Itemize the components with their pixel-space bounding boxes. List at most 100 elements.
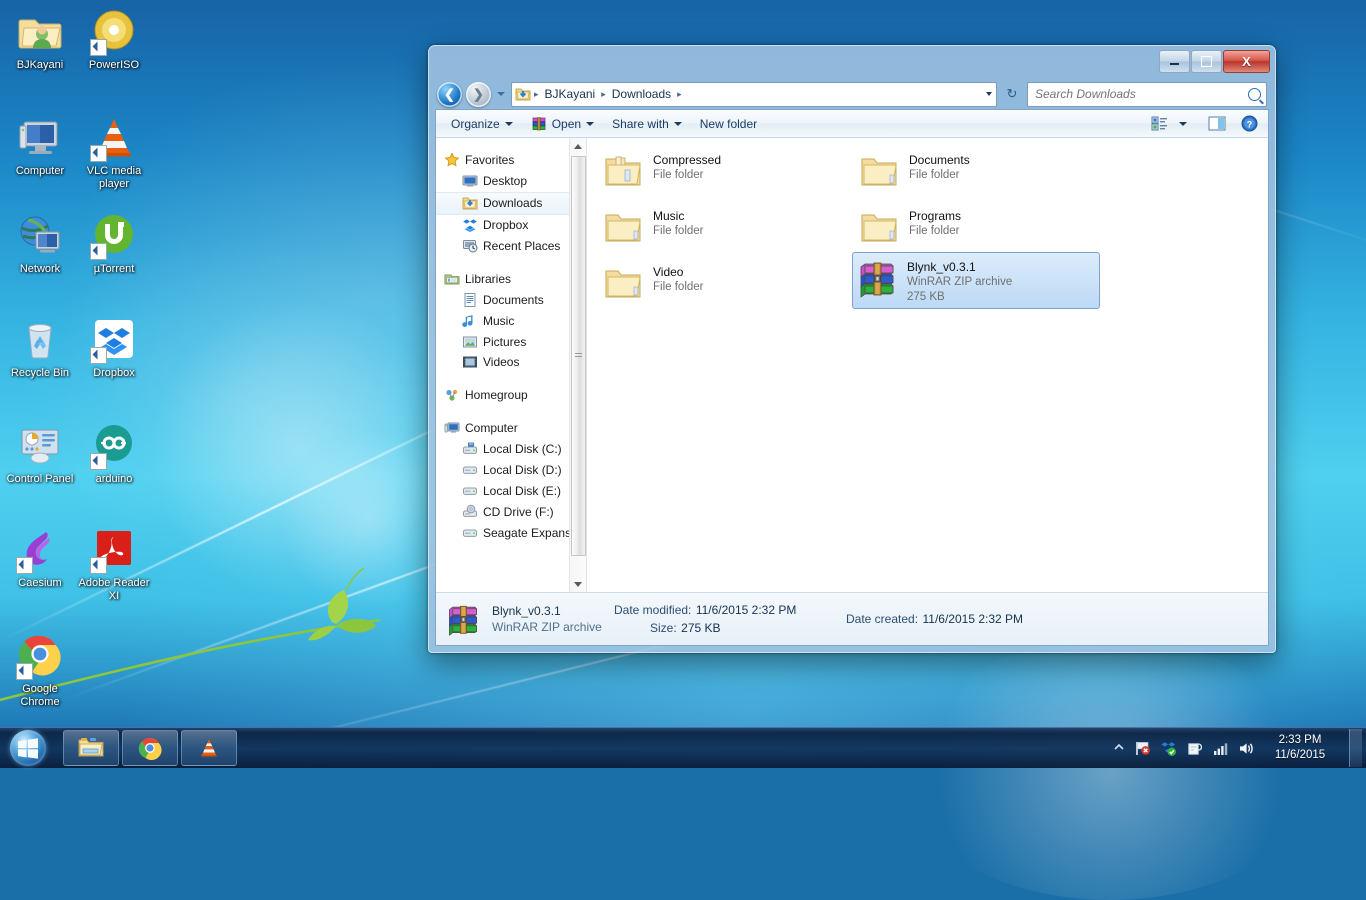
size-label: Size: bbox=[650, 621, 677, 635]
change-view-button[interactable] bbox=[1148, 113, 1170, 134]
window-title-bar[interactable]: X bbox=[435, 50, 1270, 79]
network-flag-tray-icon[interactable] bbox=[1134, 740, 1151, 757]
file-item-programs[interactable]: Programs File folder bbox=[855, 202, 1103, 254]
nav-item-documents[interactable]: Documents bbox=[436, 289, 586, 310]
nav-item-cd-drive-f[interactable]: CD Drive (F:) bbox=[436, 501, 586, 522]
recent-pages-button[interactable] bbox=[495, 82, 507, 107]
breadcrumb-downloads[interactable]: Downloads bbox=[609, 86, 674, 102]
desktop-icon-vlc[interactable]: VLC media player bbox=[76, 114, 152, 190]
organize-button[interactable]: Organize bbox=[442, 114, 522, 134]
refresh-button[interactable]: ↻ bbox=[1001, 83, 1023, 106]
desktop-icon-caesium[interactable]: Caesium bbox=[2, 526, 78, 590]
nav-group-homegroup[interactable]: Homegroup bbox=[436, 385, 586, 406]
nav-label: Music bbox=[483, 313, 515, 328]
downloads-folder-icon bbox=[462, 195, 478, 211]
open-button[interactable]: Open bbox=[522, 113, 603, 135]
explorer-window[interactable]: X ❮ ❯ ▸ BJKayani ▸ Downloads ▸ ↻ Search … bbox=[428, 45, 1276, 653]
file-item-video[interactable]: Video File folder bbox=[599, 258, 847, 310]
file-item-documents[interactable]: Documents File folder bbox=[855, 146, 1103, 198]
desktop-icon-recycle-bin[interactable]: Recycle Bin bbox=[2, 316, 78, 380]
forward-button[interactable]: ❯ bbox=[466, 81, 491, 107]
desktop-icon-bjkayani[interactable]: BJKayani bbox=[2, 8, 78, 72]
close-button[interactable]: X bbox=[1223, 50, 1270, 73]
windows-explorer-taskbar-button[interactable] bbox=[63, 730, 119, 766]
breadcrumb-bjkayani[interactable]: BJKayani bbox=[542, 86, 599, 102]
nav-item-dropbox[interactable]: Dropbox bbox=[436, 215, 586, 236]
scrollbar-thumb[interactable] bbox=[571, 156, 586, 556]
taskbar[interactable]: 2:33 PM 11/6/2015 bbox=[0, 727, 1366, 768]
minimize-button[interactable] bbox=[1159, 50, 1190, 73]
nav-group-computer[interactable]: Computer bbox=[436, 418, 586, 439]
nav-item-local-disk-e[interactable]: Local Disk (E:) bbox=[436, 480, 586, 501]
maximize-button[interactable] bbox=[1191, 50, 1222, 73]
nav-item-recent-places[interactable]: Recent Places bbox=[436, 236, 586, 257]
action-center-tray-icon[interactable] bbox=[1186, 740, 1203, 757]
view-layout-icon bbox=[1151, 116, 1167, 131]
desktop-icon-google-chrome[interactable]: Google Chrome bbox=[2, 632, 78, 708]
scrollbar-grip-icon bbox=[575, 353, 582, 359]
nav-label: Local Disk (C:) bbox=[483, 442, 562, 457]
file-item-blynk-archive[interactable]: Blynk_v0.3.1 WinRAR ZIP archive 275 KB bbox=[852, 252, 1100, 309]
file-name: Video bbox=[653, 265, 684, 279]
nav-item-local-disk-c[interactable]: Local Disk (C:) bbox=[436, 439, 586, 460]
desktop-icon-poweriso[interactable]: PowerISO bbox=[76, 8, 152, 72]
network-signal-tray-icon[interactable] bbox=[1212, 740, 1229, 757]
scroll-down-button[interactable] bbox=[570, 576, 586, 592]
desktop-icon-computer[interactable]: Computer bbox=[2, 114, 78, 178]
volume-icon bbox=[1240, 742, 1253, 754]
scroll-up-button[interactable] bbox=[570, 138, 586, 154]
clock[interactable]: 2:33 PM 11/6/2015 bbox=[1264, 733, 1336, 763]
nav-item-downloads[interactable]: Downloads bbox=[436, 191, 586, 215]
desktop-icon-label: Network bbox=[19, 263, 61, 275]
vlc-taskbar-button[interactable] bbox=[181, 730, 237, 766]
nav-item-videos[interactable]: Videos bbox=[436, 352, 586, 373]
breadcrumb-bar[interactable]: ▸ BJKayani ▸ Downloads ▸ bbox=[511, 81, 997, 107]
breadcrumb-separator[interactable]: ▸ bbox=[677, 89, 682, 100]
start-button[interactable] bbox=[1, 729, 55, 767]
desktop-icon-network[interactable]: Network bbox=[2, 212, 78, 276]
show-desktop-button[interactable] bbox=[1349, 729, 1362, 767]
help-button[interactable]: ? bbox=[1238, 113, 1260, 134]
nav-item-desktop[interactable]: Desktop bbox=[436, 171, 586, 192]
file-text: Blynk_v0.3.1 WinRAR ZIP archive 275 KB bbox=[907, 256, 1012, 305]
desktop-icon-control-panel[interactable]: Control Panel bbox=[2, 422, 78, 486]
nav-item-local-disk-d[interactable]: Local Disk (D:) bbox=[436, 460, 586, 481]
show-hidden-icons-button[interactable] bbox=[1113, 740, 1125, 757]
desktop-icon-dropbox[interactable]: Dropbox bbox=[76, 316, 152, 380]
desktop-icon-adobe-reader[interactable]: Adobe Reader XI bbox=[76, 526, 152, 602]
file-item-music[interactable]: Music File folder bbox=[599, 202, 847, 254]
file-name: Music bbox=[653, 209, 685, 223]
search-input[interactable] bbox=[1033, 86, 1244, 102]
chrome-taskbar-button[interactable] bbox=[122, 730, 178, 766]
nav-group-favorites[interactable]: Favorites bbox=[436, 150, 586, 171]
share-with-button[interactable]: Share with bbox=[603, 114, 691, 134]
nav-item-music[interactable]: Music bbox=[436, 310, 586, 331]
action-center-icon bbox=[1188, 742, 1203, 755]
maximize-icon bbox=[1201, 56, 1212, 67]
file-list-pane[interactable]: Compressed File folder Documents File fo… bbox=[587, 138, 1268, 592]
desktop-icon-arduino[interactable]: arduino bbox=[76, 422, 152, 486]
new-folder-button[interactable]: New folder bbox=[691, 114, 766, 134]
desktop-icon-utorrent[interactable]: µTorrent bbox=[76, 212, 152, 276]
nav-label: Computer bbox=[465, 421, 518, 436]
desktop-icon-label: PowerISO bbox=[88, 59, 140, 71]
view-dropdown-button[interactable] bbox=[1172, 113, 1194, 134]
share-with-label: Share with bbox=[612, 116, 669, 131]
search-box[interactable] bbox=[1027, 81, 1267, 107]
address-dropdown-button[interactable] bbox=[986, 83, 992, 106]
nav-label: Recent Places bbox=[483, 239, 561, 253]
drive-icon bbox=[462, 525, 478, 541]
file-type: File folder bbox=[653, 225, 704, 237]
details-date-created-block: Date created: 11/6/2015 2:32 PM bbox=[846, 610, 1023, 628]
volume-tray-icon[interactable] bbox=[1238, 740, 1255, 757]
nav-item-seagate-expansion[interactable]: Seagate Expansio bbox=[436, 522, 586, 543]
dropbox-tray-icon[interactable] bbox=[1160, 740, 1177, 757]
back-button[interactable]: ❮ bbox=[437, 81, 462, 107]
navigation-pane[interactable]: Favorites Desktop Downloads Dropbox Rece… bbox=[436, 138, 587, 592]
navigation-scrollbar[interactable] bbox=[569, 138, 586, 592]
file-text: Music File folder bbox=[653, 205, 704, 239]
file-item-compressed[interactable]: Compressed File folder bbox=[599, 146, 847, 198]
nav-item-pictures[interactable]: Pictures bbox=[436, 331, 586, 352]
preview-pane-button[interactable] bbox=[1206, 113, 1228, 134]
nav-group-libraries[interactable]: Libraries bbox=[436, 268, 586, 289]
